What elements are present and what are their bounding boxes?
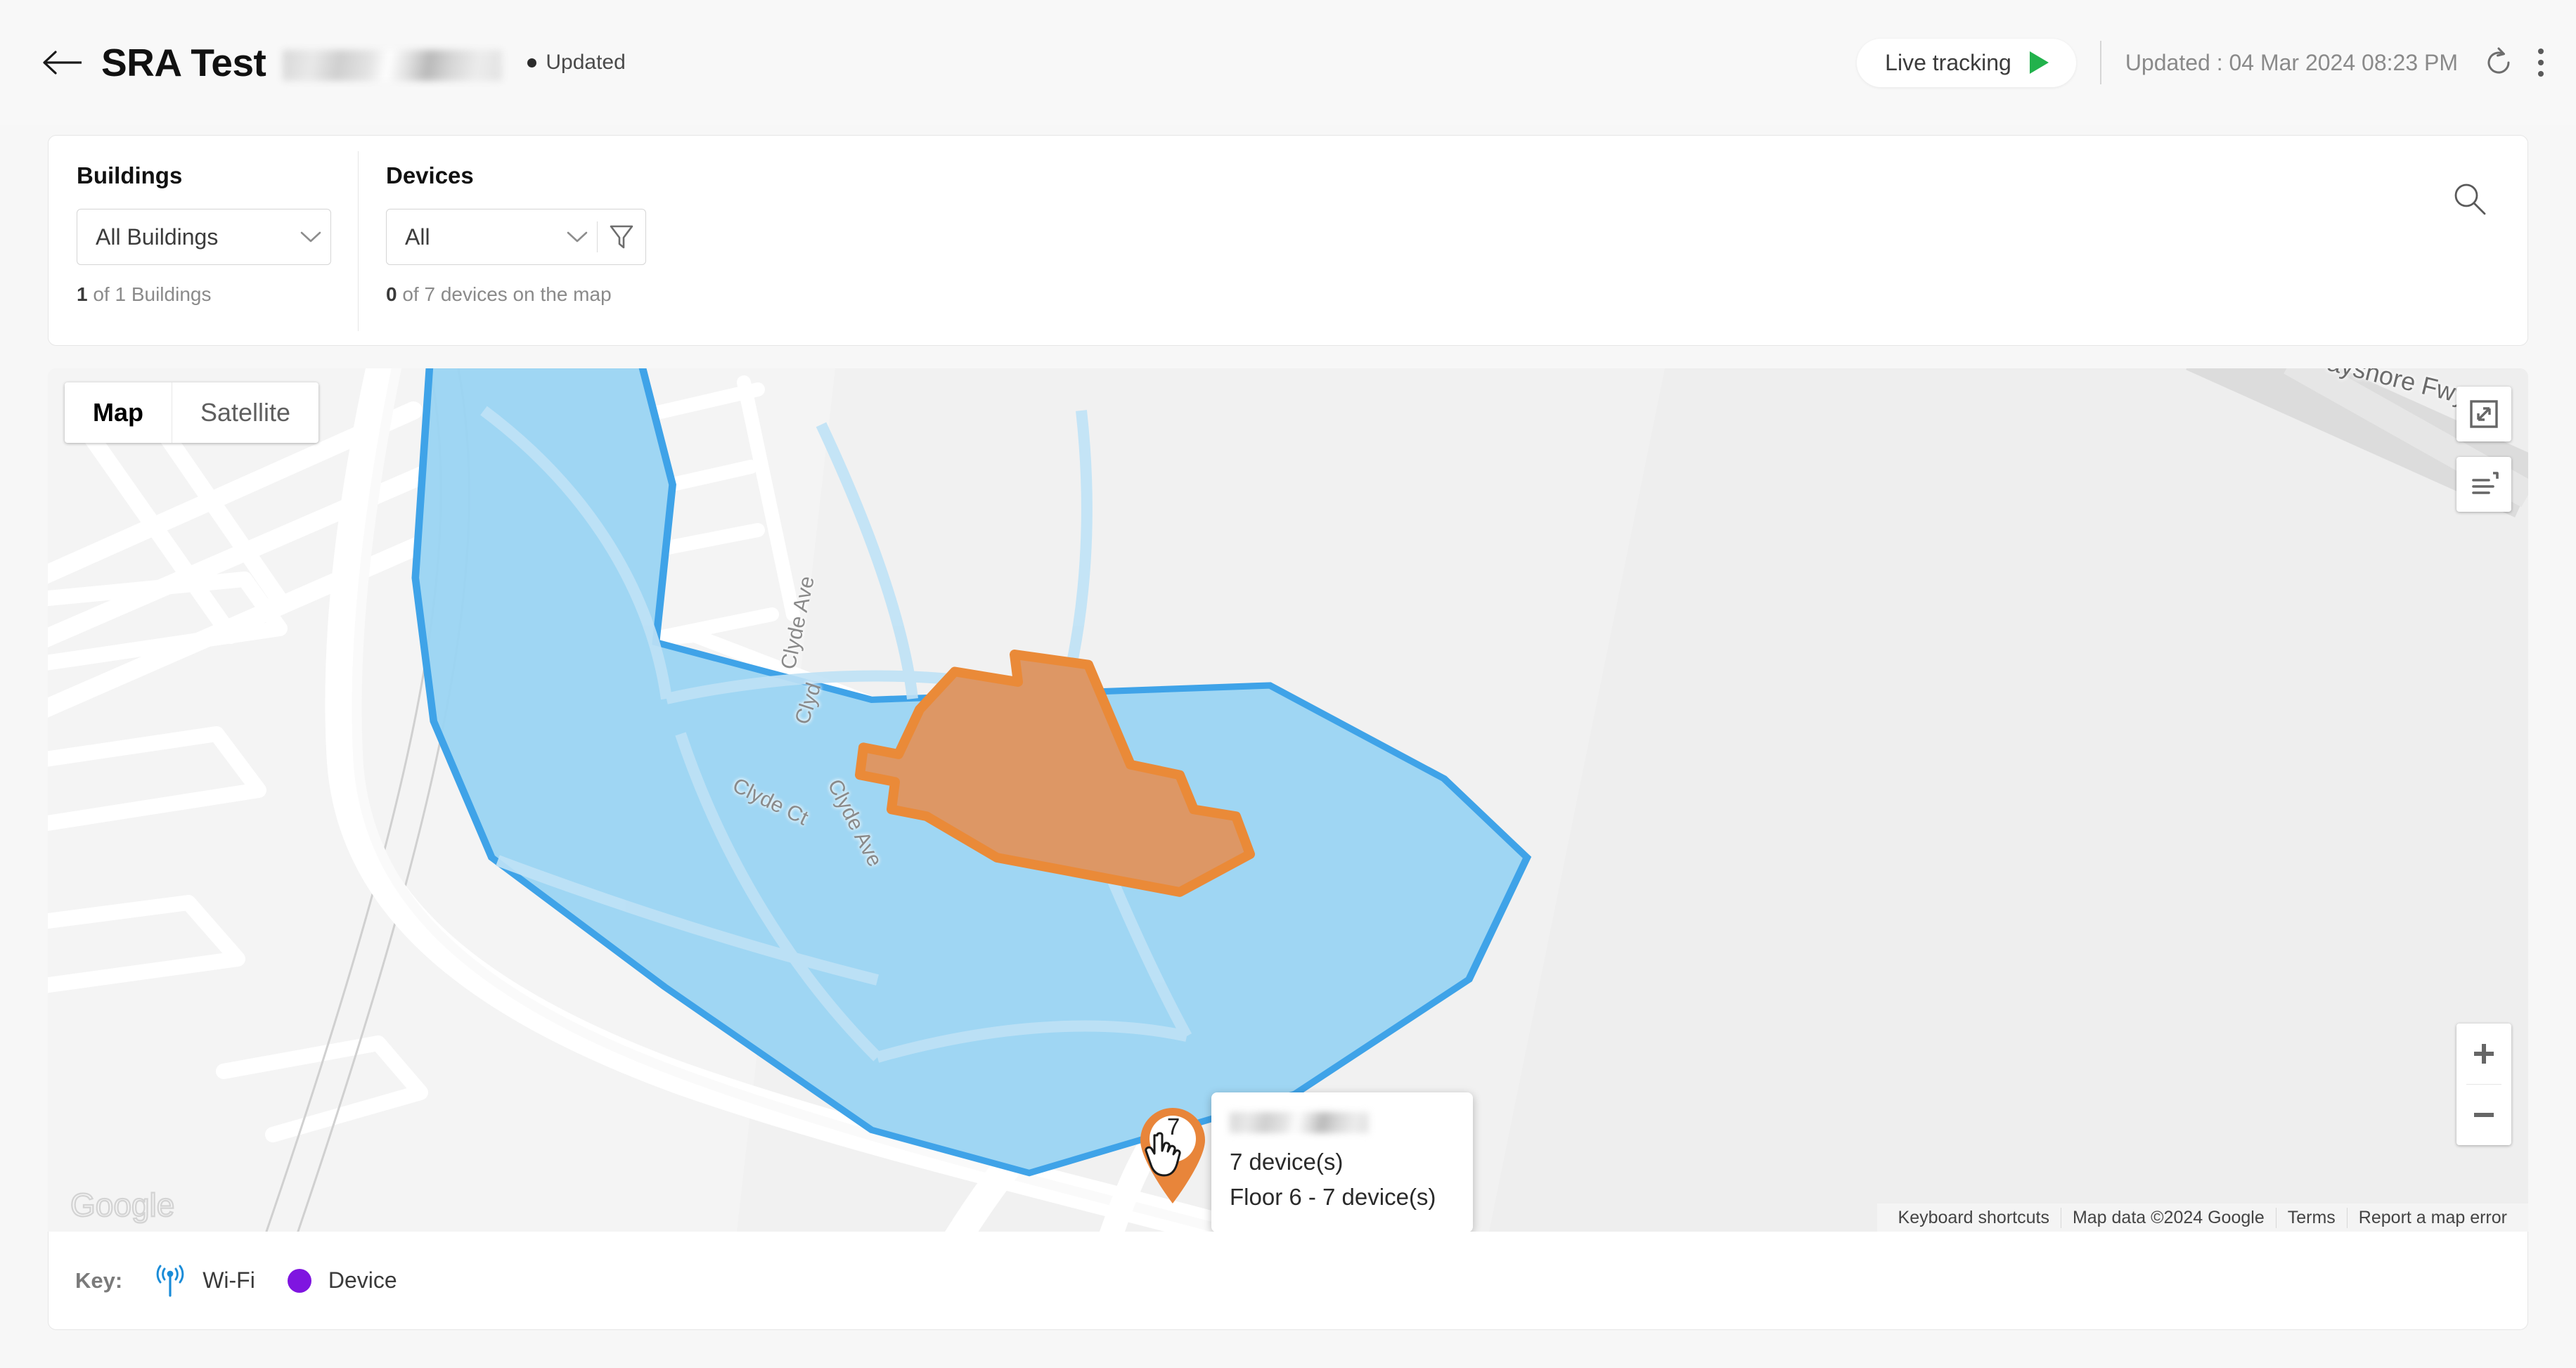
more-options-button[interactable] — [2534, 44, 2548, 81]
plus-icon — [2474, 1044, 2494, 1064]
map-key-bar: Key: Wi-Fi Device — [48, 1232, 2528, 1330]
key-label: Key: — [75, 1267, 123, 1293]
live-tracking-label: Live tracking — [1885, 49, 2011, 75]
devices-filter-section: Devices All 0 of 7 devices on the map — [386, 136, 723, 306]
devices-section-label: Devices — [386, 162, 474, 188]
map-pin-icon — [1140, 1107, 1205, 1204]
live-tracking-button[interactable]: Live tracking — [1857, 38, 2076, 87]
last-updated-text: Updated : 04 Mar 2024 08:23 PM — [2125, 49, 2458, 75]
filters-section-divider — [358, 151, 359, 331]
arrow-left-icon — [43, 51, 82, 75]
attribution-keyboard-shortcuts[interactable]: Keyboard shortcuts — [1887, 1208, 2061, 1228]
kebab-dot-2 — [2538, 60, 2544, 65]
zoom-in-button[interactable] — [2456, 1024, 2511, 1084]
svg-text:Google: Google — [70, 1187, 174, 1223]
attribution-terms[interactable]: Terms — [2275, 1207, 2347, 1228]
map-type-satellite-button[interactable]: Satellite — [172, 382, 318, 443]
devices-count: 0 of 7 devices on the map — [386, 283, 723, 306]
app-header: SRA Test Updated Live tracking Updated :… — [0, 0, 2576, 125]
devices-select-row: All — [386, 209, 723, 265]
redacted-info-title — [1230, 1112, 1369, 1133]
expand-fullscreen-icon — [2470, 400, 2498, 428]
buildings-filter-section: Buildings All Buildings 1 of 1 Buildings — [77, 136, 358, 306]
buildings-section-label: Buildings — [77, 162, 183, 188]
buildings-select[interactable]: All Buildings — [77, 209, 331, 265]
info-devices-line: 7 device(s) — [1230, 1149, 1344, 1175]
header-actions: Live tracking Updated : 04 Mar 2024 08:2… — [1857, 0, 2548, 125]
map-legend-icon — [2472, 472, 2499, 494]
kebab-dot-1 — [2538, 49, 2544, 54]
filters-panel: Buildings All Buildings 1 of 1 Buildings… — [48, 135, 2528, 346]
key-item-wifi: Wi-Fi — [155, 1265, 255, 1297]
back-button[interactable] — [37, 36, 90, 89]
minus-icon — [2474, 1113, 2494, 1117]
fullscreen-button[interactable] — [2456, 387, 2511, 441]
header-divider — [2099, 41, 2101, 84]
kebab-dot-3 — [2538, 71, 2544, 77]
devices-select[interactable]: All — [386, 209, 646, 265]
devices-count-number: 0 — [386, 283, 397, 305]
map-container[interactable]: Clyd Clyde Ave Clyde Ct Clyde Ave Clyde … — [48, 368, 2528, 1232]
map-type-map-button[interactable]: Map — [65, 382, 172, 443]
funnel-filter-icon[interactable] — [598, 223, 645, 251]
key-item-device-label: Device — [328, 1267, 397, 1293]
buildings-select-row: All Buildings — [77, 209, 358, 265]
status-badge: Updated — [527, 51, 626, 75]
search-button[interactable] — [2443, 172, 2497, 226]
page-title-text: SRA Test — [101, 41, 266, 84]
chevron-down-icon — [291, 230, 330, 244]
status-label: Updated — [546, 51, 626, 74]
devices-select-value: All — [405, 224, 430, 250]
device-dot-icon — [287, 1268, 311, 1293]
buildings-select-value: All Buildings — [96, 224, 219, 250]
attribution-report-error[interactable]: Report a map error — [2346, 1207, 2518, 1228]
search-icon — [2454, 183, 2486, 215]
zoom-controls — [2456, 1024, 2511, 1145]
buildings-count: 1 of 1 Buildings — [77, 283, 358, 306]
wifi-antenna-icon — [156, 1265, 184, 1297]
refresh-icon — [2487, 47, 2510, 74]
refresh-button[interactable] — [2482, 46, 2516, 79]
map-legend-button[interactable] — [2456, 457, 2511, 512]
zoom-out-button[interactable] — [2456, 1085, 2511, 1145]
building-device-marker[interactable]: 7 — [1131, 1099, 1215, 1208]
buildings-count-number: 1 — [77, 283, 88, 305]
key-item-device: Device — [287, 1267, 397, 1293]
key-item-wifi-label: Wi-Fi — [202, 1267, 255, 1293]
attribution-map-data: Map data ©2024 Google — [2060, 1207, 2276, 1228]
status-dot-icon — [527, 58, 537, 67]
google-watermark: Google — [70, 1187, 176, 1224]
chevron-down-icon — [558, 230, 597, 244]
map-attribution-bar: Keyboard shortcuts Map data ©2024 Google… — [1876, 1204, 2528, 1232]
play-icon — [2029, 51, 2049, 74]
page-title: SRA Test — [101, 40, 503, 85]
info-floor-line: Floor 6 - 7 device(s) — [1230, 1183, 1436, 1210]
buildings-count-suffix: of 1 Buildings — [87, 283, 212, 305]
device-info-window: 7 device(s) Floor 6 - 7 device(s) — [1211, 1092, 1473, 1232]
redacted-title-segment — [283, 50, 503, 82]
map-type-switcher: Map Satellite — [65, 382, 319, 443]
devices-count-suffix: of 7 devices on the map — [397, 283, 612, 305]
